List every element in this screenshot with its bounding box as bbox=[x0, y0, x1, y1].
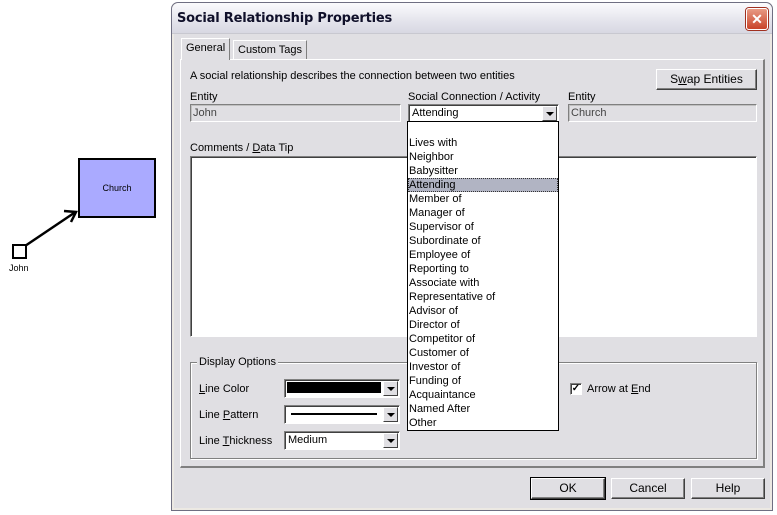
comments-label-prefix: Comments / bbox=[190, 142, 253, 154]
swap-entities-button[interactable]: Swap Entities bbox=[656, 69, 757, 90]
dropdown-option[interactable]: Other bbox=[408, 416, 558, 430]
dropdown-option[interactable]: Manager of bbox=[408, 206, 558, 220]
entity-right-label: Entity bbox=[568, 91, 596, 103]
tab-general-label: General bbox=[186, 42, 226, 54]
line-pattern-label: Line Pattern bbox=[199, 409, 258, 421]
entity-right-field: Church bbox=[568, 104, 757, 122]
chevron-down-icon[interactable] bbox=[542, 106, 557, 121]
dropdown-option[interactable]: Investor of bbox=[408, 360, 558, 374]
dialog-title: Social Relationship Properties bbox=[177, 11, 393, 26]
display-options-title: Display Options bbox=[197, 356, 279, 368]
line-thickness-rest: hickness bbox=[229, 435, 273, 447]
line-thickness-value: Medium bbox=[288, 434, 328, 446]
node-church-label: Church bbox=[102, 183, 132, 193]
line-thickness-label: Line Thickness bbox=[199, 435, 272, 447]
title-bar[interactable]: Social Relationship Properties ✕ bbox=[172, 3, 772, 34]
line-pattern-preview bbox=[291, 413, 377, 415]
comments-label: Comments / Data Tip bbox=[190, 142, 293, 154]
connection-value: Attending bbox=[412, 107, 459, 119]
help-button[interactable]: Help bbox=[691, 478, 765, 499]
cancel-button[interactable]: Cancel bbox=[611, 478, 685, 499]
diagram-canvas[interactable]: Church John bbox=[0, 0, 170, 515]
entity-left-label: Entity bbox=[190, 91, 218, 103]
dropdown-option[interactable]: Advisor of bbox=[408, 304, 558, 318]
dropdown-option[interactable]: Director of bbox=[408, 318, 558, 332]
dropdown-option[interactable]: Representative of bbox=[408, 290, 558, 304]
comments-label-suffix: ata Tip bbox=[260, 142, 294, 154]
dropdown-option[interactable]: Member of bbox=[408, 192, 558, 206]
dropdown-option[interactable]: Attending bbox=[408, 178, 558, 192]
dropdown-option[interactable]: Babysitter bbox=[408, 164, 558, 178]
arrow-at-end-checkbox[interactable]: ✓ bbox=[570, 383, 582, 395]
link-line[interactable] bbox=[24, 211, 75, 248]
arrow-at-end-prefix: Arrow at bbox=[587, 383, 632, 395]
dropdown-option[interactable]: Lives with bbox=[408, 136, 558, 150]
entity-left-field: John bbox=[190, 104, 401, 122]
dropdown-option[interactable]: Reporting to bbox=[408, 262, 558, 276]
chevron-down-icon[interactable] bbox=[383, 407, 398, 422]
line-pattern-rest: attern bbox=[230, 409, 259, 421]
tab-custom-tags-label: Custom Tags bbox=[238, 44, 302, 56]
dropdown-option[interactable]: Customer of bbox=[408, 346, 558, 360]
swap-label-prefix: S bbox=[670, 72, 679, 86]
node-john-label: John bbox=[9, 263, 29, 273]
connection-dropdown-list[interactable]: Lives with Neighbor Babysitter Attending Mem… bbox=[407, 121, 559, 431]
node-john[interactable] bbox=[12, 244, 27, 259]
arrow-at-end-label[interactable]: Arrow at End bbox=[587, 383, 651, 395]
line-color-swatch bbox=[287, 382, 381, 393]
tab-custom-tags[interactable]: Custom Tags bbox=[233, 40, 307, 59]
dropdown-option[interactable]: Named After bbox=[408, 402, 558, 416]
line-thickness-combo[interactable]: Medium bbox=[284, 431, 400, 450]
line-color-label: Line Color bbox=[199, 383, 249, 395]
dropdown-option[interactable]: Employee of bbox=[408, 248, 558, 262]
connection-label: Social Connection / Activity bbox=[408, 91, 541, 103]
line-color-rest: ine Color bbox=[205, 383, 250, 395]
tab-general[interactable]: General bbox=[181, 38, 231, 60]
dropdown-option[interactable] bbox=[408, 122, 558, 136]
description-text: A social relationship describes the conn… bbox=[190, 70, 515, 82]
swap-label-accel: w bbox=[678, 72, 687, 86]
line-color-combo[interactable] bbox=[284, 379, 400, 398]
node-church[interactable]: Church bbox=[78, 158, 156, 218]
close-button[interactable]: ✕ bbox=[746, 8, 768, 30]
line-pattern-prefix: Line bbox=[199, 409, 223, 421]
swap-label-suffix: ap Entities bbox=[686, 72, 743, 86]
ok-button[interactable]: OK bbox=[530, 477, 606, 500]
chevron-down-icon[interactable] bbox=[383, 381, 398, 396]
checkmark-icon: ✓ bbox=[571, 383, 581, 394]
dropdown-option[interactable]: Associate with bbox=[408, 276, 558, 290]
close-icon: ✕ bbox=[751, 10, 763, 27]
dropdown-option[interactable]: Competitor of bbox=[408, 332, 558, 346]
line-thickness-prefix: Line bbox=[199, 435, 223, 447]
dropdown-option[interactable]: Acquaintance bbox=[408, 388, 558, 402]
arrow-at-end-rest: nd bbox=[638, 383, 651, 395]
dropdown-option[interactable]: Neighbor bbox=[408, 150, 558, 164]
dropdown-option[interactable]: Supervisor of bbox=[408, 220, 558, 234]
dropdown-option[interactable]: Funding of bbox=[408, 374, 558, 388]
chevron-down-icon[interactable] bbox=[383, 433, 398, 448]
line-pattern-combo[interactable] bbox=[284, 405, 400, 424]
dropdown-option[interactable]: Subordinate of bbox=[408, 234, 558, 248]
